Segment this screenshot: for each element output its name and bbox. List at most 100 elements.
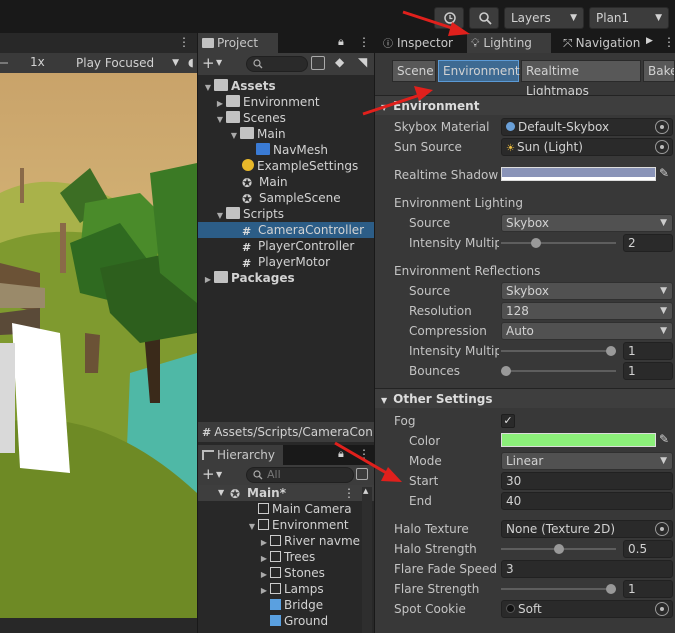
flare-fade-speed-input[interactable]: 3: [501, 560, 673, 578]
subtab-bake[interactable]: Bake: [643, 60, 675, 82]
filter-label-icon[interactable]: ◆: [335, 55, 344, 69]
expand-icon[interactable]: ▶: [258, 583, 270, 599]
hierarchy-item-river[interactable]: ▶ River navme: [258, 533, 360, 549]
hierarchy-item-lamps[interactable]: ▶ Lamps: [258, 581, 324, 597]
tab-inspector[interactable]: ⓘ Inspector: [379, 33, 464, 53]
tree-item-assets[interactable]: ▼ Assets: [202, 78, 276, 94]
search-button[interactable]: [469, 7, 499, 29]
object-picker-icon[interactable]: [655, 522, 669, 536]
expand-icon[interactable]: ▼: [214, 112, 226, 128]
expand-icon[interactable]: ▼: [228, 128, 240, 144]
other-settings-section-header[interactable]: ▼ Other Settings: [375, 388, 675, 408]
intensity-input[interactable]: 2: [623, 234, 673, 252]
reflection-intensity-slider-track[interactable]: [501, 350, 616, 352]
resolution-dropdown[interactable]: 128 ▼: [501, 302, 673, 320]
tree-item-samplescene[interactable]: ✪ SampleScene: [242, 190, 341, 206]
compression-dropdown[interactable]: Auto ▼: [501, 322, 673, 340]
tree-item-examplesettings[interactable]: ExampleSettings: [242, 158, 358, 174]
hierarchy-search-input[interactable]: All: [246, 467, 354, 483]
reflection-intensity-slider-knob[interactable]: [606, 346, 616, 356]
game-viewport[interactable]: [0, 73, 197, 618]
hierarchy-item-trees[interactable]: ▶ Trees: [258, 549, 315, 565]
chevron-down-icon[interactable]: ▼: [216, 470, 222, 479]
chevron-right-icon[interactable]: ▶: [646, 36, 653, 46]
hierarchy-scene-main[interactable]: ▼ ✪ Main* ⋮: [198, 485, 374, 501]
tag-icon[interactable]: ◥: [358, 55, 367, 69]
tab-lighting[interactable]: 💡︎ Lighting: [467, 33, 551, 53]
chevron-down-icon[interactable]: ▼: [216, 58, 222, 67]
object-picker-icon[interactable]: [655, 140, 669, 154]
tree-item-cameracontroller[interactable]: # CameraController: [198, 222, 374, 238]
more-options-icon[interactable]: ⋮: [343, 485, 355, 501]
hierarchy-scrollbar[interactable]: ▲: [362, 487, 372, 633]
sun-source-field[interactable]: ☀ Sun (Light): [501, 138, 673, 156]
bounces-slider-knob[interactable]: [501, 366, 511, 376]
add-icon[interactable]: +: [202, 465, 215, 483]
add-icon[interactable]: +: [202, 54, 215, 72]
tree-item-navmesh[interactable]: NavMesh: [256, 142, 328, 158]
fog-mode-dropdown[interactable]: Linear ▼: [501, 452, 673, 470]
tree-item-playercontroller[interactable]: # PlayerController: [242, 238, 354, 254]
object-picker-icon[interactable]: [655, 120, 669, 134]
realtime-shadow-color-swatch[interactable]: [501, 167, 656, 181]
subtab-environment[interactable]: Environment: [438, 60, 520, 82]
expand-icon[interactable]: ▼: [202, 80, 214, 96]
hierarchy-item-bridge[interactable]: Bridge: [270, 597, 323, 613]
audio-icon[interactable]: ◖: [188, 56, 194, 69]
expand-icon[interactable]: ▼: [246, 519, 258, 535]
tree-item-packages[interactable]: ▶ Packages: [202, 270, 295, 286]
layout-dropdown[interactable]: Plan1 ▼: [589, 7, 669, 29]
tree-item-scenes[interactable]: ▼ Scenes: [214, 110, 286, 126]
reflection-source-dropdown[interactable]: Skybox ▼: [501, 282, 673, 300]
intensity-slider-track[interactable]: [501, 242, 616, 244]
halo-strength-input[interactable]: 0.5: [623, 540, 673, 558]
tree-item-main-folder[interactable]: ▼ Main: [228, 126, 286, 142]
play-mode-dropdown[interactable]: Play Focused ▼: [73, 53, 183, 73]
halo-texture-field[interactable]: None (Texture 2D): [501, 520, 673, 538]
tree-item-playermotor[interactable]: # PlayerMotor: [242, 254, 330, 270]
tab-navigation[interactable]: ⤧ Navigation: [559, 33, 651, 53]
subtab-scene[interactable]: Scene: [392, 60, 436, 82]
hierarchy-item-ground[interactable]: Ground: [270, 613, 328, 629]
flare-strength-slider-track[interactable]: [501, 588, 616, 590]
search-by-type-icon[interactable]: [356, 468, 368, 480]
tab-hierarchy[interactable]: Hierarchy: [198, 445, 283, 465]
hierarchy-item-main-camera[interactable]: Main Camera: [258, 501, 352, 517]
more-options-icon[interactable]: ⋮: [358, 447, 370, 461]
tree-item-scripts[interactable]: ▼ Scripts: [214, 206, 284, 222]
search-by-type-icon[interactable]: [311, 56, 325, 70]
lock-icon[interactable]: 🔒︎: [338, 447, 344, 461]
tree-item-main-scene[interactable]: ✪ Main: [242, 174, 288, 190]
more-options-icon[interactable]: ⋮: [178, 35, 190, 49]
lighting-source-dropdown[interactable]: Skybox ▼: [501, 214, 673, 232]
spot-cookie-field[interactable]: Soft: [501, 600, 673, 618]
fog-color-swatch[interactable]: [501, 433, 656, 447]
reflection-intensity-input[interactable]: 1: [623, 342, 673, 360]
flare-strength-slider-knob[interactable]: [606, 584, 616, 594]
lock-icon[interactable]: 🔒︎: [338, 35, 344, 49]
halo-strength-slider-knob[interactable]: [553, 544, 564, 554]
eyedropper-icon[interactable]: ✎: [659, 432, 669, 446]
tree-item-environment[interactable]: ▶ Environment: [214, 94, 320, 110]
subtab-realtime-lightmaps[interactable]: Realtime Lightmaps: [521, 60, 641, 98]
eyedropper-icon[interactable]: ✎: [659, 166, 669, 180]
zoom-slider[interactable]: [0, 62, 8, 64]
environment-section-header[interactable]: ▼ Environment: [375, 95, 675, 115]
hierarchy-item-environment[interactable]: ▼ Environment: [246, 517, 349, 533]
expand-icon[interactable]: ▶: [202, 272, 214, 288]
more-options-icon[interactable]: ⋮: [663, 35, 675, 49]
flare-strength-input[interactable]: 1: [623, 580, 673, 598]
hierarchy-item-stones[interactable]: ▶ Stones: [258, 565, 325, 581]
object-picker-icon[interactable]: [655, 602, 669, 616]
project-search-input[interactable]: [246, 56, 308, 72]
expand-icon[interactable]: ▼: [218, 485, 224, 501]
fog-end-input[interactable]: 40: [501, 492, 673, 510]
bounces-input[interactable]: 1: [623, 362, 673, 380]
fog-start-input[interactable]: 30: [501, 472, 673, 490]
intensity-slider-knob[interactable]: [531, 238, 542, 248]
skybox-material-field[interactable]: Default-Skybox: [501, 118, 673, 136]
more-options-icon[interactable]: ⋮: [358, 35, 370, 49]
fog-checkbox[interactable]: ✓: [501, 414, 515, 428]
scroll-up-icon[interactable]: ▲: [363, 487, 368, 495]
tab-project[interactable]: Project: [198, 33, 278, 53]
